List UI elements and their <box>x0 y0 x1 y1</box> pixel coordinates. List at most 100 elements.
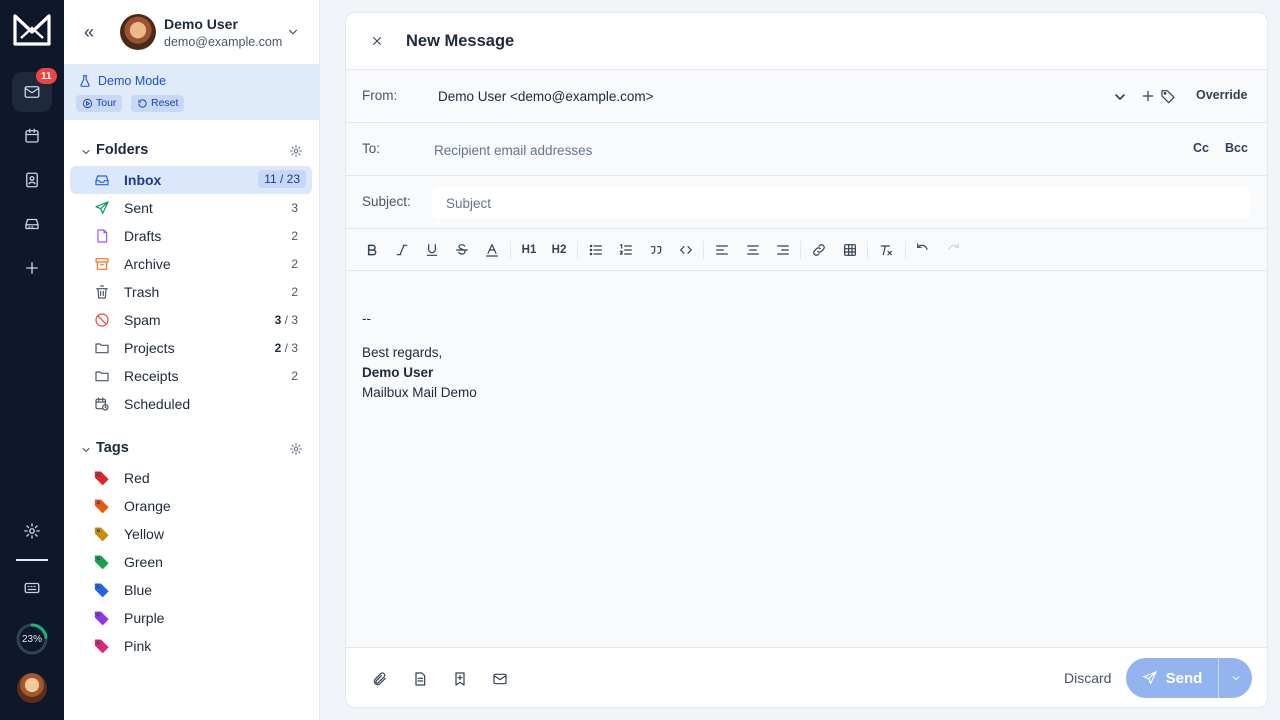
folder-item-spam[interactable]: Spam 3 / 3 <box>70 306 312 334</box>
rail-calendar-button[interactable] <box>12 116 52 156</box>
align-right-icon[interactable] <box>774 241 792 259</box>
code-icon[interactable] <box>677 241 695 259</box>
blockquote-icon[interactable] <box>647 241 665 259</box>
tag-item-orange[interactable]: Orange <box>70 492 312 520</box>
rail-mail-button[interactable]: 11 <box>12 68 57 112</box>
rail-divider <box>16 559 48 561</box>
rail-contacts-button[interactable] <box>12 160 52 200</box>
bullet-list-icon[interactable] <box>587 241 605 259</box>
to-input[interactable] <box>432 135 1152 165</box>
heading1-icon[interactable]: H1 <box>520 241 538 259</box>
tag-item-purple[interactable]: Purple <box>70 604 312 632</box>
tag-item-blue[interactable]: Blue <box>70 576 312 604</box>
discard-button[interactable]: Discard <box>1064 670 1111 686</box>
from-select[interactable]: Demo User <demo@example.com> <box>438 89 654 104</box>
folder-item-trash[interactable]: Trash 2 <box>70 278 312 306</box>
align-left-icon[interactable] <box>713 241 731 259</box>
file-icon <box>94 228 110 244</box>
send-options-button[interactable] <box>1219 658 1252 698</box>
chevron-down-icon[interactable] <box>286 25 300 39</box>
signature-name: Demo User <box>362 365 434 380</box>
folder-item-scheduled[interactable]: Scheduled <box>70 390 312 418</box>
underline-icon[interactable] <box>423 241 441 259</box>
tag-settings-icon[interactable] <box>289 442 303 456</box>
folders-header[interactable]: Folders <box>64 139 319 163</box>
mail-check-icon[interactable] <box>492 671 508 687</box>
account-name: Demo User <box>164 16 238 32</box>
override-button[interactable]: Override <box>1196 88 1247 102</box>
tag-icon <box>94 498 110 514</box>
folder-count: 2 <box>291 229 298 243</box>
tag-icon <box>94 638 110 654</box>
tag-label: Orange <box>124 498 171 514</box>
bold-icon[interactable] <box>363 241 381 259</box>
cc-button[interactable]: Cc <box>1193 141 1209 155</box>
demo-mode-banner: Demo Mode Tour Reset <box>64 64 319 120</box>
table-icon[interactable] <box>841 241 859 259</box>
bcc-button[interactable]: Bcc <box>1225 141 1248 155</box>
user-avatar[interactable] <box>17 673 47 703</box>
template-icon[interactable] <box>412 671 428 687</box>
heading2-icon[interactable]: H2 <box>550 241 568 259</box>
bookmark-add-icon[interactable] <box>452 671 468 687</box>
account-switcher[interactable]: « Demo User demo@example.com <box>64 0 319 64</box>
attach-icon[interactable] <box>372 671 388 687</box>
compose-title: New Message <box>406 32 515 50</box>
tag-label: Green <box>124 554 163 570</box>
add-identity-icon[interactable] <box>1140 88 1156 104</box>
tag-item-pink[interactable]: Pink <box>70 632 312 660</box>
toolbar-divider <box>703 241 704 259</box>
folder-label: Receipts <box>124 368 179 384</box>
tag-icon <box>94 610 110 626</box>
tags-header[interactable]: Tags <box>64 437 319 461</box>
rail-keyboard-button[interactable] <box>12 568 52 608</box>
keyboard-icon <box>24 582 40 594</box>
text-color-icon[interactable] <box>483 241 501 259</box>
tag-item-yellow[interactable]: Yellow <box>70 520 312 548</box>
reset-icon <box>138 99 147 108</box>
tag-item-green[interactable]: Green <box>70 548 312 576</box>
storage-progress[interactable]: 23% <box>16 623 48 655</box>
send-label: Send <box>1165 669 1203 687</box>
folder-settings-icon[interactable] <box>289 144 303 158</box>
reset-button[interactable]: Reset <box>131 95 185 112</box>
align-center-icon[interactable] <box>744 241 762 259</box>
folder-item-sent[interactable]: Sent 3 <box>70 194 312 222</box>
toolbar-divider <box>800 241 801 259</box>
ordered-list-icon[interactable] <box>617 241 635 259</box>
trash-icon <box>94 284 110 300</box>
subject-input[interactable] <box>432 187 1250 219</box>
folder-count: 3 / 3 <box>275 313 298 327</box>
rail-storage-button[interactable] <box>12 204 52 244</box>
tour-button[interactable]: Tour <box>76 95 123 112</box>
strikethrough-icon[interactable] <box>453 241 471 259</box>
chevron-down-icon[interactable] <box>80 443 92 455</box>
undo-icon[interactable] <box>914 241 932 259</box>
account-avatar <box>120 14 156 50</box>
folder-item-inbox[interactable]: Inbox 11 / 23 <box>70 166 312 194</box>
rail-add-button[interactable] <box>12 248 52 288</box>
close-icon[interactable] <box>370 34 384 48</box>
collapse-sidebar-icon[interactable]: « <box>84 22 100 42</box>
clear-format-icon[interactable] <box>877 241 895 259</box>
heading1-label: H1 <box>521 244 537 256</box>
chevron-down-icon[interactable] <box>80 145 92 157</box>
italic-icon[interactable] <box>393 241 411 259</box>
redo-icon[interactable] <box>944 241 962 259</box>
folder-item-drafts[interactable]: Drafts 2 <box>70 222 312 250</box>
folder-label: Drafts <box>124 228 162 244</box>
folder-item-receipts[interactable]: Receipts 2 <box>70 362 312 390</box>
link-icon[interactable] <box>810 241 828 259</box>
folder-count: 2 <box>291 369 298 383</box>
message-body[interactable] <box>346 272 1267 647</box>
tag-icon[interactable] <box>1160 88 1176 104</box>
folder-item-projects[interactable]: Projects 2 / 3 <box>70 334 312 362</box>
chevron-down-icon <box>1232 676 1239 681</box>
tag-item-red[interactable]: Red <box>70 464 312 492</box>
to-label: To: <box>362 141 381 156</box>
app-logo-icon[interactable] <box>13 12 51 46</box>
folder-item-archive[interactable]: Archive 2 <box>70 250 312 278</box>
rail-settings-button[interactable] <box>12 511 52 551</box>
send-button[interactable]: Send <box>1126 658 1218 698</box>
chevron-down-icon[interactable] <box>1112 89 1128 105</box>
